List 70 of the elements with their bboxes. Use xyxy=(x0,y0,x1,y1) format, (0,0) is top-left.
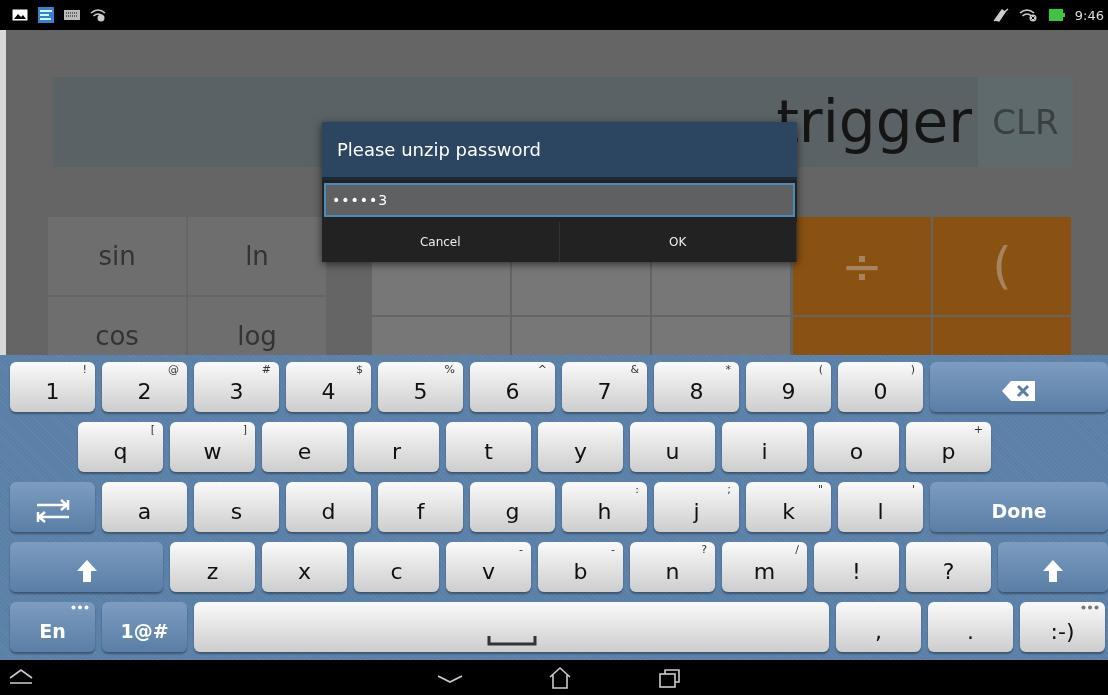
key[interactable]: g xyxy=(470,482,555,532)
key[interactable]: k " xyxy=(746,482,831,532)
key[interactable]: 4 $ xyxy=(286,362,371,412)
key[interactable]: v - xyxy=(446,542,531,592)
key[interactable]: h : xyxy=(562,482,647,532)
key[interactable]: 0 ) xyxy=(838,362,923,412)
ok-button[interactable]: OK xyxy=(559,222,797,262)
key[interactable]: 8 * xyxy=(654,362,739,412)
mode-key[interactable]: En xyxy=(10,602,95,652)
clock-time: 9:46 xyxy=(1074,7,1104,23)
key[interactable]: n ? xyxy=(630,542,715,592)
key[interactable]: , xyxy=(836,602,921,652)
recent-apps-icon[interactable] xyxy=(658,666,682,690)
key[interactable]: d xyxy=(286,482,371,532)
battery-icon xyxy=(1048,9,1065,21)
key[interactable]: 7 & xyxy=(562,362,647,412)
mute-icon xyxy=(992,8,1009,22)
key[interactable]: s xyxy=(194,482,279,532)
key[interactable]: m / xyxy=(722,542,807,592)
wifi-off-icon xyxy=(1018,8,1039,22)
key[interactable]: l ' xyxy=(838,482,923,532)
key[interactable]: 2 @ xyxy=(102,362,187,412)
picture-icon xyxy=(12,9,28,21)
key[interactable]: 9 ( xyxy=(746,362,831,412)
mode-key[interactable]: 1@# xyxy=(102,602,187,652)
key[interactable]: o xyxy=(814,422,899,472)
app-icon xyxy=(38,7,54,23)
key[interactable]: 3 # xyxy=(194,362,279,412)
cancel-button[interactable]: Cancel xyxy=(322,222,560,262)
key[interactable]: ? xyxy=(906,542,991,592)
more-dots-icon xyxy=(1081,605,1099,610)
key[interactable]: :-) xyxy=(1020,602,1105,652)
key[interactable]: x xyxy=(262,542,347,592)
key[interactable]: c xyxy=(354,542,439,592)
key[interactable]: p + xyxy=(906,422,991,472)
tab-arrows-icon xyxy=(34,499,71,523)
wifi-icon xyxy=(90,8,106,22)
shift-key[interactable] xyxy=(998,542,1108,592)
key[interactable]: b - xyxy=(538,542,623,592)
more-dots-icon xyxy=(71,605,89,610)
shift-key[interactable] xyxy=(10,542,163,592)
key[interactable]: j ; xyxy=(654,482,739,532)
keyboard-icon xyxy=(64,10,80,20)
shift-arrow-icon xyxy=(75,559,98,583)
password-field[interactable]: •••••3 xyxy=(324,183,795,217)
key[interactable]: e xyxy=(262,422,347,472)
shift-arrow-icon xyxy=(1042,559,1064,583)
key[interactable]: q [ xyxy=(78,422,163,472)
key[interactable]: t xyxy=(446,422,531,472)
key[interactable]: z xyxy=(170,542,255,592)
key[interactable]: 5 % xyxy=(378,362,463,412)
key[interactable]: 6 ^ xyxy=(470,362,555,412)
key[interactable]: ! xyxy=(814,542,899,592)
key[interactable]: i xyxy=(722,422,807,472)
key[interactable]: y xyxy=(538,422,623,472)
dialog-title: Please unzip password xyxy=(322,122,797,180)
key[interactable]: u xyxy=(630,422,715,472)
backspace-icon xyxy=(1001,380,1037,402)
done-key[interactable]: Done xyxy=(930,482,1108,532)
chevron-up-icon[interactable] xyxy=(8,666,34,686)
key[interactable]: 1 ! xyxy=(10,362,95,412)
key[interactable]: w ] xyxy=(170,422,255,472)
key[interactable]: a xyxy=(102,482,187,532)
tab-key[interactable] xyxy=(10,482,95,532)
key[interactable]: r xyxy=(354,422,439,472)
backspace-key[interactable] xyxy=(930,362,1108,412)
key[interactable]: f xyxy=(378,482,463,532)
space-icon xyxy=(486,636,537,646)
home-icon[interactable] xyxy=(548,666,572,690)
key[interactable]: . xyxy=(928,602,1013,652)
